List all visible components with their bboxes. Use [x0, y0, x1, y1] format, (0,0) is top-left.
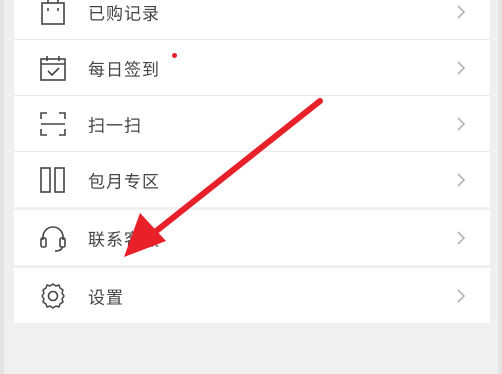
menu-item-daily-checkin[interactable]: 每日签到 [14, 40, 490, 96]
chevron-right-icon [457, 288, 466, 303]
menu-item-customer-service[interactable]: 联系客服 [14, 210, 490, 265]
chevron-right-icon [457, 4, 466, 19]
chevron-right-icon [457, 172, 466, 187]
gear-icon [41, 282, 65, 309]
right-frame [498, 0, 502, 374]
chevron-right-icon [457, 60, 466, 75]
left-frame [0, 0, 4, 374]
menu-group-settings: 设置 [14, 268, 490, 323]
headset-icon [40, 225, 66, 252]
menu-item-label: 包月专区 [88, 172, 160, 192]
notification-dot [172, 53, 177, 58]
books-icon [40, 166, 65, 193]
menu-group-support: 联系客服 [14, 210, 490, 265]
menu-group-main: 已购记录 每日签到 扫一扫 包月专区 [14, 0, 490, 207]
menu-item-label: 已购记录 [88, 4, 160, 24]
scan-icon [40, 111, 66, 136]
menu-item-label: 扫一扫 [88, 116, 142, 136]
menu-item-settings[interactable]: 设置 [14, 268, 490, 323]
chevron-right-icon [457, 230, 466, 245]
shopping-bag-icon [41, 0, 65, 25]
menu-item-label: 每日签到 [88, 60, 160, 80]
chevron-right-icon [457, 116, 466, 131]
menu-item-scan[interactable]: 扫一扫 [14, 96, 490, 152]
calendar-check-icon [40, 55, 66, 81]
menu-item-purchase-history[interactable]: 已购记录 [14, 0, 490, 40]
menu-item-label: 设置 [88, 288, 124, 308]
menu-item-monthly-zone[interactable]: 包月专区 [14, 152, 490, 207]
menu-item-label: 联系客服 [88, 230, 160, 250]
